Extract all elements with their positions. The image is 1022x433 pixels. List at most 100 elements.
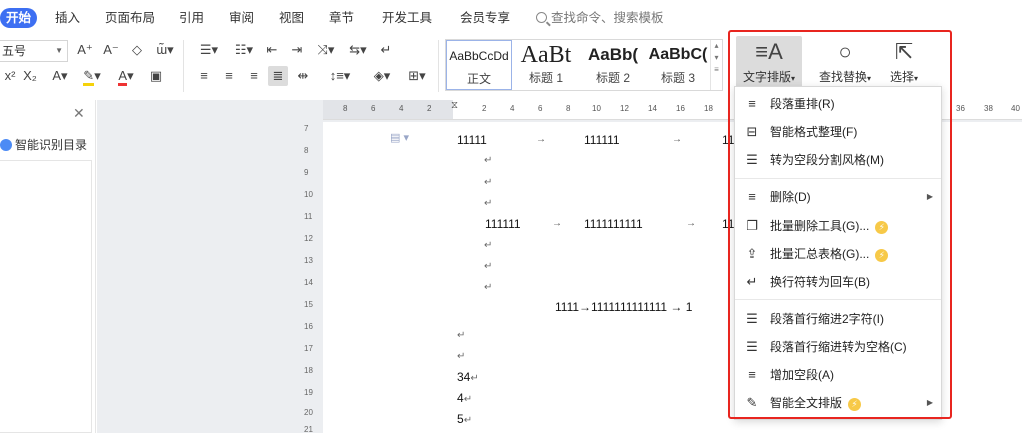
bullet-list-icon[interactable]: ☰▾	[194, 40, 224, 60]
ribbon-tab-bar: 开始 插入 页面布局 引用 审阅 视图 章节 开发工具 会员专享 查找命令、搜索…	[0, 0, 1022, 34]
align-left-icon[interactable]: ≡	[194, 66, 214, 86]
doc-cell[interactable]: 1111111111	[584, 217, 643, 231]
ruler-tick: 9	[304, 168, 309, 177]
command-search-label: 查找命令、搜索模板	[551, 11, 664, 25]
indent-marker[interactable]: ⧖	[451, 100, 458, 111]
doc-line[interactable]: 5↵	[457, 412, 472, 426]
style-heading-2[interactable]: AaBb( 标题 2	[580, 40, 646, 90]
grow-font-icon[interactable]: A⁺	[75, 40, 95, 60]
doc-line[interactable]: 4↵	[457, 391, 472, 405]
chevron-down-icon: ▼	[55, 46, 63, 55]
ruler-tick: 6	[538, 104, 543, 113]
pinyin-guide-icon[interactable]: ɯ̃▾	[151, 40, 179, 60]
ruler-tick: 18	[304, 366, 313, 375]
style-normal[interactable]: AaBbCcDd 正文	[446, 40, 512, 90]
ruler-tick: 10	[592, 104, 601, 113]
doc-line-text: 34	[457, 370, 471, 384]
ruler-tick: 12	[620, 104, 629, 113]
style-heading-3[interactable]: AaBbC( 标题 3	[646, 40, 710, 90]
char-border-icon[interactable]: ▣	[146, 66, 166, 86]
borders-icon[interactable]: ⊞▾	[403, 66, 431, 86]
ruler-tick: 18	[704, 104, 713, 113]
font-size-value: 五号	[2, 44, 27, 58]
numbered-list-icon[interactable]: ☷▾	[229, 40, 259, 60]
styles-scroll[interactable]: ▴ ▾ ≡	[710, 40, 722, 90]
smart-toc-heading[interactable]: 智能识别目录	[0, 136, 87, 153]
ruler-tick: 2	[482, 104, 487, 113]
smart-toc-label: 智能识别目录	[15, 138, 88, 152]
superscript-icon[interactable]: x²	[0, 66, 20, 86]
tab-view[interactable]: 视图	[279, 8, 304, 28]
line-spacing-icon[interactable]: ↕≡▾	[325, 66, 355, 86]
align-center-icon[interactable]: ≡	[219, 66, 239, 86]
doc-cell[interactable]: 111111	[584, 133, 620, 147]
annotation-highlight-box	[728, 30, 952, 419]
ruler-tick: 40	[1011, 104, 1020, 113]
text-direction-icon[interactable]: ⇆▾	[344, 40, 372, 60]
align-justify-icon[interactable]: ≣	[268, 66, 288, 86]
tab-arrow-icon: →	[672, 134, 682, 145]
subscript-icon[interactable]: X₂	[20, 66, 40, 86]
style-heading-1-name: 标题 1	[528, 71, 563, 85]
highlight-color-icon[interactable]: ✎▾	[78, 66, 106, 86]
ruler-tick: 14	[304, 278, 313, 287]
text-effect-icon[interactable]: A▾	[46, 66, 74, 86]
chinese-layout-icon[interactable]: ⤨▾	[312, 40, 340, 60]
paragraph-mark: ↵	[470, 373, 479, 384]
ruler-tick: 21	[304, 425, 313, 433]
doc-line-text: 4	[457, 391, 464, 405]
doc-line[interactable]: 1111→1111111111111 → 1	[555, 300, 692, 314]
tab-references[interactable]: 引用	[179, 8, 204, 28]
command-search[interactable]: 查找命令、搜索模板	[536, 8, 664, 28]
paragraph-mark: ↵	[484, 282, 493, 293]
tab-developer[interactable]: 开发工具	[382, 8, 432, 28]
ruler-tick: 17	[304, 344, 313, 353]
style-heading-3-name: 标题 3	[660, 71, 695, 85]
ruler-tick: 14	[648, 104, 657, 113]
doc-line[interactable]: 34↵	[457, 370, 479, 384]
font-size-select[interactable]: 五号 ▼	[0, 40, 68, 62]
ruler-tick: 38	[984, 104, 993, 113]
doc-line-text: 5	[457, 412, 464, 426]
ribbon-separator	[438, 40, 439, 92]
navigation-panel: ✕ 智能识别目录	[0, 100, 96, 433]
distributed-align-icon[interactable]: ⇹	[293, 66, 313, 86]
paragraph-mark: ↵	[484, 240, 493, 251]
doc-cell[interactable]: 11111	[457, 133, 487, 147]
ribbon-separator	[183, 40, 184, 92]
vertical-ruler-ticks: 7 8 9 10 11 12 13 14 15 16 17 18 19 20 2…	[304, 122, 318, 433]
ruler-tick: 12	[304, 234, 313, 243]
paragraph-mark: ↵	[484, 198, 493, 209]
ruler-tick: 4	[399, 104, 404, 113]
align-right-icon[interactable]: ≡	[244, 66, 264, 86]
tab-start[interactable]: 开始	[0, 8, 38, 28]
ruler-tick: 8	[566, 104, 571, 113]
style-heading-3-sample: AaBbC(	[648, 46, 708, 63]
ruler-tick: 8	[343, 104, 348, 113]
increase-indent-icon[interactable]: ⇥	[287, 40, 307, 60]
document-outline-icon[interactable]: ▤ ▾	[390, 131, 409, 144]
tab-insert[interactable]: 插入	[55, 8, 80, 28]
ruler-tick: 16	[676, 104, 685, 113]
tab-page-layout[interactable]: 页面布局	[105, 8, 155, 28]
paragraph-mark: ↵	[484, 261, 493, 272]
close-icon[interactable]: ✕	[73, 105, 85, 122]
tab-member[interactable]: 会员专享	[460, 8, 510, 28]
paragraph-mark: ↵	[463, 394, 473, 405]
tab-arrow-icon: →	[552, 218, 562, 229]
ruler-tick: 7	[304, 124, 309, 133]
tab-section[interactable]: 章节	[329, 8, 354, 28]
show-marks-icon[interactable]: ↵	[376, 40, 396, 60]
ruler-tick: 13	[304, 256, 313, 265]
decrease-indent-icon[interactable]: ⇤	[262, 40, 282, 60]
shrink-font-icon[interactable]: A⁻	[101, 40, 121, 60]
vertical-ruler	[97, 122, 115, 433]
ruler-tick: 11	[304, 212, 313, 221]
smart-toc-icon	[0, 139, 12, 151]
shading-icon[interactable]: ◈▾	[368, 66, 396, 86]
doc-cell[interactable]: 111111	[485, 217, 521, 231]
clear-format-icon[interactable]: ◇	[127, 40, 147, 60]
style-heading-1[interactable]: AaBt 标题 1	[514, 40, 578, 90]
font-color-icon[interactable]: A▾	[112, 66, 140, 86]
tab-review[interactable]: 审阅	[229, 8, 254, 28]
